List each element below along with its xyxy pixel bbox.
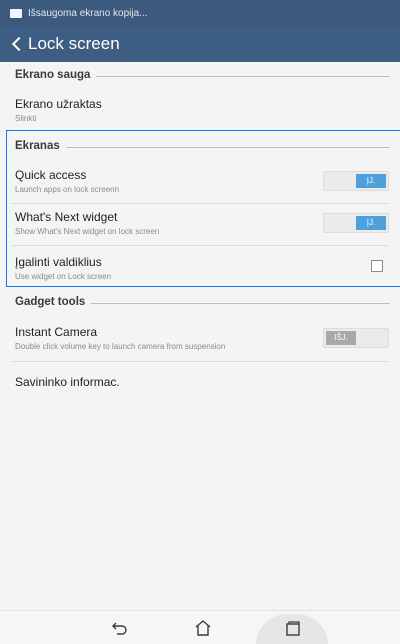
setting-enable-widgets[interactable]: Įgalinti valdiklius Use widget on Lock s…: [0, 255, 400, 281]
navigation-bar: [0, 610, 400, 644]
home-icon[interactable]: [193, 618, 213, 638]
page-title[interactable]: Lock screen: [28, 34, 120, 54]
status-bar: Išsaugoma ekrano kopija...: [0, 0, 400, 26]
section-label: Ekrano sauga: [15, 69, 91, 81]
toggle-knob: IŠJ.: [326, 331, 356, 345]
section-header-ekranas: Ekranas: [0, 135, 400, 157]
enable-widgets-checkbox[interactable]: [371, 260, 383, 272]
section-divider: [96, 75, 390, 77]
screenshot-icon: [10, 8, 22, 18]
row-divider: [12, 245, 388, 246]
row-divider: [12, 203, 388, 204]
setting-title: Ekrano užraktas: [15, 97, 102, 111]
chevron-left-icon[interactable]: [11, 36, 27, 52]
section-label: Gadget tools: [15, 296, 86, 308]
setting-subtitle: Use widget on Lock screen: [15, 272, 112, 281]
section-header-ekrano-sauga: Ekrano sauga: [0, 64, 400, 86]
section-label: Ekranas: [15, 140, 60, 152]
quick-access-toggle[interactable]: ĮJ.: [323, 171, 389, 191]
section-divider: [91, 302, 390, 304]
setting-subtitle: Slinkti: [15, 114, 37, 123]
status-notification-text: Išsaugoma ekrano kopija...: [28, 7, 148, 19]
section-divider: [65, 146, 390, 148]
setting-screen-lock[interactable]: Ekrano užraktas Slinkti: [0, 97, 400, 123]
back-icon[interactable]: [110, 618, 130, 638]
setting-title: Įgalinti valdiklius: [15, 255, 102, 269]
toggle-knob: ĮJ.: [356, 216, 386, 230]
settings-list: Ekrano sauga Ekrano užraktas Slinkti Ekr…: [0, 62, 400, 610]
setting-title: Savininko informac.: [15, 375, 120, 389]
whats-next-toggle[interactable]: ĮJ.: [323, 213, 389, 233]
action-bar: Lock screen: [0, 26, 400, 62]
instant-camera-toggle[interactable]: IŠJ.: [323, 328, 389, 348]
setting-owner-info[interactable]: Savininko informac.: [0, 375, 400, 389]
recents-icon[interactable]: [283, 618, 303, 638]
section-header-gadget-tools: Gadget tools: [0, 291, 400, 313]
toggle-knob: ĮJ.: [356, 174, 386, 188]
row-divider: [12, 361, 388, 362]
